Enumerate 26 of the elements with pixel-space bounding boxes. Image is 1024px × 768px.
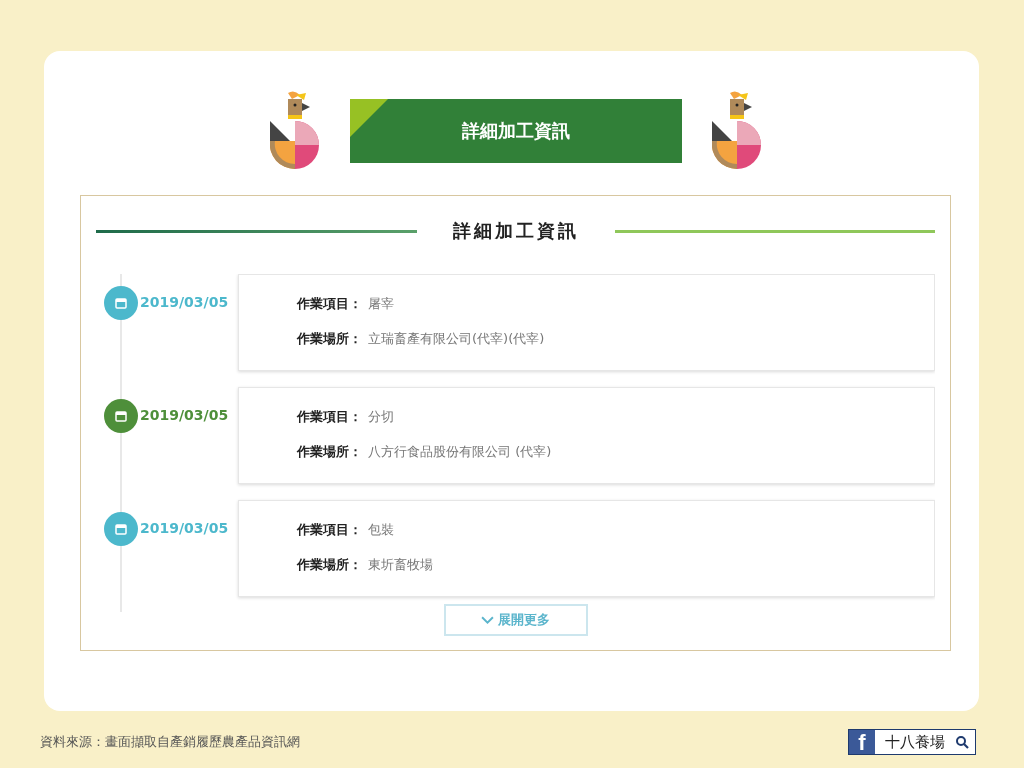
- field-label: 作業項目：: [297, 522, 362, 537]
- search-icon: [955, 735, 969, 749]
- field-value: 分切: [368, 409, 394, 424]
- chevron-down-icon: [481, 615, 494, 625]
- field-value: 八方行食品股份有限公司 (代宰): [368, 444, 552, 459]
- search-badge[interactable]: f 十八養場: [848, 729, 976, 755]
- field-label: 作業場所：: [297, 444, 362, 459]
- entry-date: 2019/03/05: [140, 294, 229, 310]
- source-note: 資料來源：畫面擷取自產銷履歷農產品資訊網: [40, 733, 300, 751]
- rooster-icon: [711, 91, 762, 171]
- field-value: 立瑞畜產有限公司(代宰)(代宰): [368, 331, 545, 346]
- field-label: 作業項目：: [297, 409, 362, 424]
- search-text: 十八養場: [885, 732, 945, 752]
- field-label: 作業場所：: [297, 557, 362, 572]
- field-value: 屠宰: [368, 296, 394, 311]
- field-label: 作業場所：: [297, 331, 362, 346]
- field-value: 東圻畜牧場: [368, 557, 433, 572]
- corner-triangle: [349, 99, 388, 137]
- banner-title: 詳細加工資訊: [461, 119, 570, 143]
- field-label: 作業項目：: [297, 296, 362, 311]
- rooster-icon: [269, 91, 320, 171]
- entry-date: 2019/03/05: [140, 520, 229, 536]
- facebook-logo: f: [849, 730, 875, 754]
- entry-date: 2019/03/05: [140, 407, 229, 423]
- section-title: 詳細加工資訊: [451, 219, 580, 243]
- field-value: 包裝: [368, 522, 394, 537]
